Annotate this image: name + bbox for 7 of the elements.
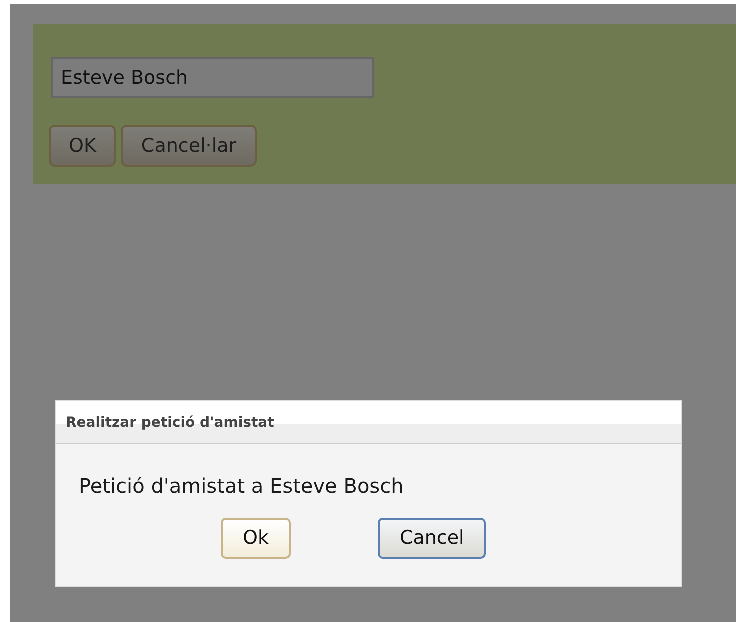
dialog-title: Realitzar petició d'amistat	[56, 401, 681, 444]
cancel-button[interactable]: Cancel	[378, 518, 486, 559]
cancel-button[interactable]: Cancel·lar	[121, 125, 257, 167]
dialog-message: Petició d'amistat a Esteve Bosch	[79, 473, 405, 500]
ok-button[interactable]: OK	[49, 125, 116, 167]
ok-button[interactable]: Ok	[221, 518, 291, 559]
name-field[interactable]: Esteve Bosch	[51, 57, 374, 98]
